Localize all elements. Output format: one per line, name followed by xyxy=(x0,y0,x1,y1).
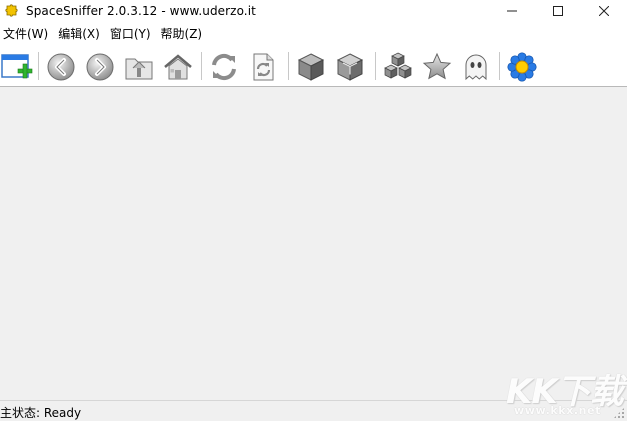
favorites-button[interactable] xyxy=(420,50,454,84)
refresh-document-button[interactable] xyxy=(246,50,280,84)
star-icon xyxy=(422,52,452,80)
menu-window[interactable]: 窗口(Y) xyxy=(106,24,157,44)
menu-file[interactable]: 文件(W) xyxy=(0,24,54,44)
refresh-arrows-icon xyxy=(212,53,236,81)
arrow-right-circle-icon xyxy=(86,53,114,81)
zoom-in-cube-button[interactable] xyxy=(294,50,328,84)
maximize-button[interactable] xyxy=(535,0,581,22)
workspace-area[interactable] xyxy=(0,87,627,400)
new-window-plus-icon xyxy=(1,54,33,79)
window-title: SpaceSniffer 2.0.3.12 - www.uderzo.it xyxy=(26,4,256,18)
back-button[interactable] xyxy=(44,50,78,84)
gray-cube-outline-icon xyxy=(336,53,364,81)
toolbar xyxy=(0,46,627,87)
minimize-button[interactable] xyxy=(489,0,535,22)
status-bar: 主状态: Ready xyxy=(0,400,627,421)
refresh-button[interactable] xyxy=(207,50,241,84)
menu-bar: 文件(W) 编辑(X) 窗口(Y) 帮助(Z) xyxy=(0,24,627,44)
refresh-document-icon xyxy=(253,53,274,81)
menu-help[interactable]: 帮助(Z) xyxy=(157,24,209,44)
options-button[interactable] xyxy=(505,50,539,84)
zoom-out-cube-button[interactable] xyxy=(333,50,367,84)
title-bar: SpaceSniffer 2.0.3.12 - www.uderzo.it xyxy=(0,0,627,22)
menu-edit[interactable]: 编辑(X) xyxy=(54,24,106,44)
ghost-icon xyxy=(465,54,487,81)
gray-cube-icon xyxy=(297,53,325,81)
blue-flower-icon xyxy=(507,52,537,82)
minimize-icon xyxy=(507,10,517,12)
cubes-button[interactable] xyxy=(381,50,415,84)
folder-up-icon xyxy=(125,58,153,80)
window-controls xyxy=(489,0,627,22)
close-icon xyxy=(599,6,609,16)
stacked-cubes-icon xyxy=(384,52,412,79)
status-text: 主状态: Ready xyxy=(0,406,82,420)
ghost-button[interactable] xyxy=(459,50,493,84)
maximize-icon xyxy=(553,6,563,16)
close-button[interactable] xyxy=(581,0,627,22)
arrow-left-circle-icon xyxy=(47,53,75,81)
forward-button[interactable] xyxy=(83,50,117,84)
up-folder-button[interactable] xyxy=(122,50,156,84)
home-button[interactable] xyxy=(161,50,195,84)
puzzle-piece-icon xyxy=(5,4,18,17)
house-icon xyxy=(164,54,192,80)
resize-grip[interactable] xyxy=(613,407,625,419)
new-scan-button[interactable] xyxy=(0,50,34,84)
